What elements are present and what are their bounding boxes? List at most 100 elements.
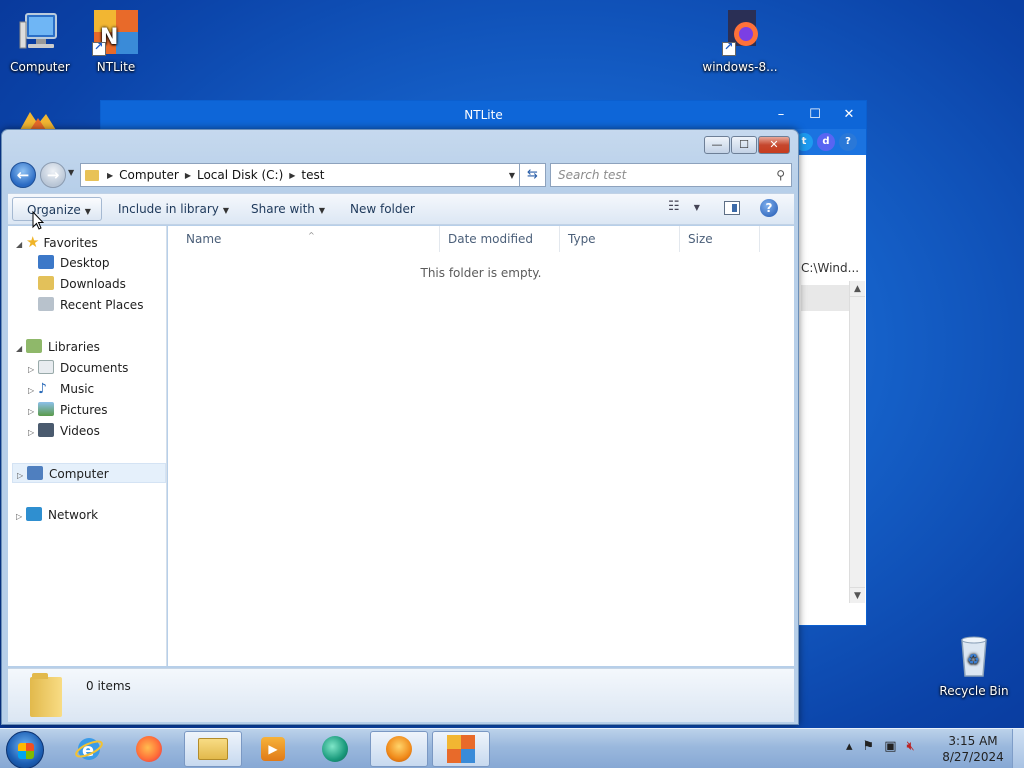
network-status-icon[interactable]: ▣ [884,739,896,754]
tree-item-libraries[interactable]: ◢ Libraries [16,337,100,357]
downloads-icon [38,276,54,290]
ntlite-path-text: C:\Wind... [801,261,860,275]
tree-item-documents[interactable]: ▷ Documents [28,358,128,378]
taskbar-app-orange[interactable] [370,731,428,767]
desktop-icon-recycle-bin[interactable]: ♻ Recycle Bin [934,632,1014,698]
collapse-arrow-icon[interactable]: ◢ [16,235,26,255]
breadcrumb-test[interactable]: test [301,168,324,182]
ntlite-scrollbar[interactable]: ▲ ▼ [849,281,865,603]
action-center-flag-icon[interactable]: ⚑ [863,739,875,754]
refresh-button[interactable]: ⇆ [520,163,546,187]
search-input[interactable]: Search test ⚲ [550,163,792,187]
tree-item-videos[interactable]: ▷ Videos [28,421,100,441]
breadcrumb-arrow-icon[interactable]: ▶ [107,171,113,180]
clock-date: 8/27/2024 [942,750,1004,764]
taskbar-media-player[interactable]: ▶ [244,731,302,767]
tree-item-desktop[interactable]: Desktop [38,253,110,273]
column-header-name[interactable]: Name ^ [168,226,440,252]
scroll-up-icon[interactable]: ▲ [850,281,865,297]
column-header-date-modified[interactable]: Date modified [440,226,560,252]
new-folder-button[interactable]: New folder [350,194,415,224]
column-header-size[interactable]: Size [680,226,760,252]
discord-icon[interactable]: d [817,133,835,151]
explorer-window[interactable]: — ☐ ✕ ← → ▼ ▶ Computer ▶ Local Disk (C:)… [1,129,799,725]
address-bar[interactable]: ▶ Computer ▶ Local Disk (C:) ▶ test ▼ [80,163,520,187]
back-button[interactable]: ← [10,162,36,188]
tree-item-downloads[interactable]: Downloads [38,274,126,294]
recent-pages-dropdown[interactable]: ▼ [68,168,74,177]
tree-item-music[interactable]: ▷ ♪ Music [28,379,94,399]
taskbar-ntlite[interactable] [432,731,490,767]
partial-desktop-icon[interactable] [16,110,60,130]
tree-item-label: Favorites [43,236,98,250]
column-header-type[interactable]: Type [560,226,680,252]
expand-arrow-icon[interactable]: ▷ [28,402,38,422]
column-label: Type [568,232,596,246]
volume-muted-icon[interactable]: 🔇︎ [906,739,914,754]
taskbar-firefox[interactable] [120,731,178,767]
folder-icon [30,673,62,717]
ntlite-minimize-button[interactable]: – [764,101,798,129]
taskbar-app-green[interactable] [306,731,364,767]
tree-item-computer[interactable]: ▷ Computer [12,463,166,483]
address-dropdown-icon[interactable]: ▼ [509,171,515,180]
help-icon[interactable]: ? [760,199,778,217]
expand-arrow-icon[interactable]: ▷ [28,381,38,401]
tree-item-favorites[interactable]: ◢ ★ Favorites [16,232,98,252]
breadcrumb-computer[interactable]: Computer [119,168,179,182]
tree-item-recent-places[interactable]: Recent Places [38,295,143,315]
dropdown-arrow-icon: ▼ [693,203,700,212]
tree-item-label: Downloads [60,277,126,291]
breadcrumb-arrow-icon[interactable]: ▶ [289,171,295,180]
search-icon[interactable]: ⚲ [776,164,785,186]
change-view-button[interactable]: ☷ ▼ [668,199,700,214]
share-with-label: Share with [251,202,315,216]
shortcut-arrow-icon [92,40,106,56]
tree-item-pictures[interactable]: ▷ Pictures [28,400,108,420]
breadcrumb-local-disk[interactable]: Local Disk (C:) [197,168,283,182]
tree-item-label: Music [60,382,95,396]
taskbar-internet-explorer[interactable]: e [60,731,118,767]
ntlite-app-icon [447,735,475,763]
ntlite-titlebar[interactable]: NTLite – ☐ ✕ [101,101,866,129]
sort-arrow-icon: ^ [308,231,315,240]
expand-arrow-icon[interactable]: ▷ [17,466,27,486]
search-placeholder: Search test [558,168,627,182]
maximize-button[interactable]: ☐ [731,136,757,154]
column-label: Size [688,232,713,246]
ntlite-close-button[interactable]: ✕ [832,101,866,129]
expand-arrow-icon[interactable]: ▷ [16,507,26,527]
show-hidden-icons-button[interactable]: ▴ [846,739,853,754]
include-in-library-button[interactable]: Include in library ▼ [118,194,229,224]
file-list[interactable]: Name ^ Date modified Type Size This folde… [168,226,794,666]
expand-arrow-icon[interactable]: ▷ [28,423,38,443]
desktop-icon-windows-iso[interactable]: windows-8... [700,8,780,74]
organize-button[interactable]: Organize ▼ [12,197,102,221]
folder-icon [85,169,99,181]
show-desktop-button[interactable] [1012,729,1024,768]
start-button[interactable] [6,731,44,768]
tree-item-label: Desktop [60,256,110,270]
breadcrumb-arrow-icon[interactable]: ▶ [185,171,191,180]
desktop-icon-computer[interactable]: Computer [0,8,80,74]
taskbar-explorer[interactable] [184,731,242,767]
clock[interactable]: 3:15 AM 8/27/2024 [938,733,1008,765]
new-folder-label: New folder [350,202,415,216]
forward-button[interactable]: → [40,162,66,188]
ntlite-maximize-button[interactable]: ☐ [798,101,832,129]
explorer-folder-icon [198,738,228,760]
command-bar: Organize ▼ Include in library ▼ Share with… [8,193,794,225]
column-label: Date modified [448,232,534,246]
preview-pane-button[interactable] [724,201,740,215]
minimize-button[interactable]: — [704,136,730,154]
help-icon[interactable]: ? [839,133,857,151]
collapse-arrow-icon[interactable]: ◢ [16,339,26,359]
close-button[interactable]: ✕ [758,136,790,154]
expand-arrow-icon[interactable]: ▷ [28,360,38,380]
desktop-icon-ntlite[interactable]: N NTLite [76,8,156,74]
desktop-icon-label: Computer [10,60,70,74]
ntlite-selected-row[interactable] [801,285,849,311]
tree-item-network[interactable]: ▷ Network [16,505,98,525]
scroll-down-icon[interactable]: ▼ [850,587,865,603]
share-with-button[interactable]: Share with ▼ [251,194,325,224]
